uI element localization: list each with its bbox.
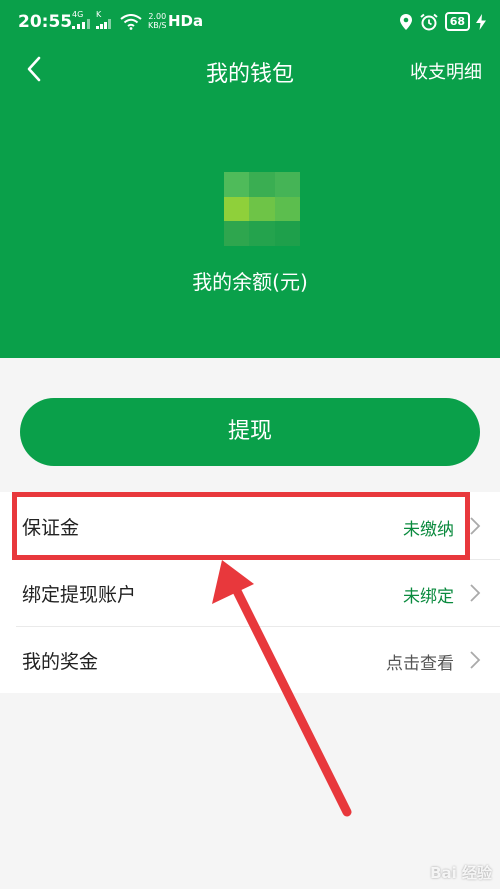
withdraw-button[interactable]: 提现	[20, 398, 480, 466]
list-item-label: 我的奖金	[22, 651, 99, 673]
chevron-right-icon	[470, 517, 481, 535]
chevron-right-icon	[470, 651, 481, 669]
my-bonus-row[interactable]: 我的奖金 点击查看	[0, 626, 500, 693]
status-time: 20:55	[18, 12, 73, 32]
bind-account-status: 未绑定	[403, 587, 454, 607]
balance-amount-pixelated	[224, 172, 300, 246]
hd-indicator: HDa	[168, 12, 204, 30]
watermark: Bai 经验	[430, 864, 492, 882]
status-bar: 20:55 4G K 2.00 KB/S HDa 68	[0, 0, 500, 46]
location-icon	[399, 13, 412, 30]
list-item-label: 保证金	[22, 517, 80, 539]
chevron-left-icon	[27, 56, 41, 82]
deposit-status: 未缴纳	[403, 520, 454, 540]
battery-icon: 68	[444, 12, 470, 31]
chevron-right-icon	[470, 584, 481, 602]
bind-withdraw-account-row[interactable]: 绑定提现账户 未绑定	[0, 559, 500, 626]
alarm-icon	[420, 13, 438, 30]
signal-4g-icon: 4G	[72, 10, 90, 29]
deposit-row[interactable]: 保证金 未缴纳	[0, 492, 500, 559]
wifi-icon	[120, 14, 142, 30]
signal-k-icon: K	[96, 10, 112, 29]
charging-icon	[476, 13, 486, 30]
transaction-detail-link[interactable]: 收支明细	[410, 58, 482, 84]
net-speed: 2.00 KB/S	[148, 12, 167, 30]
nav-bar: 我的钱包 收支明细	[0, 48, 500, 90]
back-button[interactable]	[22, 54, 50, 84]
wallet-header: 20:55 4G K 2.00 KB/S HDa 68 我的钱包 收支明细 我的…	[0, 0, 500, 358]
balance-label: 我的余额(元)	[192, 270, 308, 294]
list-item-label: 绑定提现账户	[22, 584, 137, 606]
wallet-options-list: 保证金 未缴纳 绑定提现账户 未绑定 我的奖金 点击查看	[0, 492, 500, 693]
bonus-status: 点击查看	[386, 654, 454, 674]
